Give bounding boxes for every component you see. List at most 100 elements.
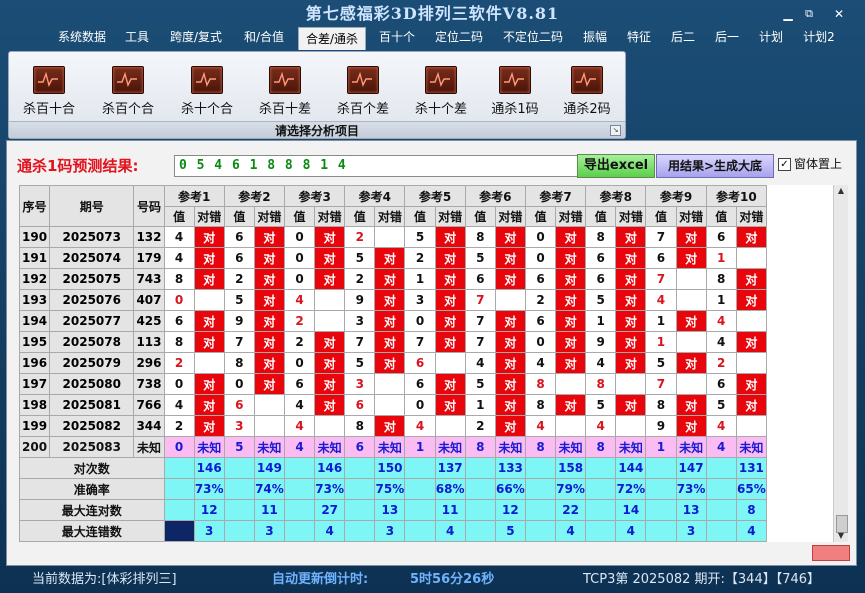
cell-result: 未知 <box>615 436 647 458</box>
data-grid[interactable]: 序号 期号 号码 参考1 参考2 参考3 参考4 参考5 参考6 参考7 参考8 参考9 参考10 值对错… <box>19 185 834 542</box>
cell-value: 0 <box>283 352 316 374</box>
stat-value: 13 <box>374 499 406 521</box>
cell-period: 2025076 <box>49 289 135 311</box>
cell-hit: 对 <box>434 289 466 311</box>
dialog-launcher-icon[interactable]: ↘ <box>610 125 621 136</box>
minimize-button[interactable]: ▁ <box>779 6 797 22</box>
cell-result: 未知 <box>735 436 768 458</box>
cell-value: 3 <box>344 373 376 395</box>
table-row[interactable]: 191 2025074 179 4 对 6 对 0 对 5 对 2 对 5 对 0 对 6 对 6 对 1 <box>19 247 768 269</box>
cell-seq: 196 <box>19 352 51 374</box>
cell-value: 4 <box>163 394 195 416</box>
ribbon-btn-kill-bs-diff[interactable]: 杀百十差 <box>252 64 318 117</box>
cell-miss <box>735 415 768 437</box>
stat-spacer <box>163 520 195 542</box>
restore-button[interactable]: ⧉ <box>800 6 818 22</box>
stat-spacer <box>645 478 677 500</box>
cell-hit: 对 <box>615 226 647 248</box>
menu-system-data[interactable]: 系统数据 <box>52 26 112 48</box>
table-row[interactable]: 199 2025082 344 2 对 3 4 8 对 4 2 对 4 4 9 对 4 <box>19 415 768 437</box>
cell-period: 2025077 <box>49 310 135 332</box>
chart-line-icon <box>425 66 457 94</box>
menu-nonposition-two[interactable]: 不定位二码 <box>496 26 570 48</box>
cell-hit: 对 <box>374 415 406 437</box>
prediction-result-field[interactable]: 0 5 4 6 1 8 8 8 1 4 <box>174 155 582 177</box>
header-seq: 序号 <box>19 185 51 227</box>
menu-last-one[interactable]: 后一 <box>708 26 746 48</box>
table-row[interactable]: 196 2025079 296 2 8 对 0 对 5 对 6 4 对 4 对 4 对 5 对 2 <box>19 352 768 374</box>
ribbon-btn-kill-one-code[interactable]: 通杀1码 <box>482 64 548 117</box>
table-row[interactable]: 194 2025077 425 6 对 9 对 2 3 对 0 对 7 对 6 对 1 对 1 对 4 <box>19 310 768 332</box>
stat-spacer <box>163 457 195 479</box>
stat-value: 73% <box>193 478 225 500</box>
cell-hit: 对 <box>555 331 587 353</box>
table-row[interactable]: 197 2025080 738 0 对 0 对 6 对 3 6 对 5 对 8 8 7 6 对 <box>19 373 768 395</box>
stat-spacer <box>404 478 436 500</box>
table-row[interactable]: 198 2025081 766 4 对 6 4 对 6 0 对 1 对 8 对 5 对 8 对 5 对 <box>19 394 768 416</box>
cell-number: 113 <box>133 331 165 353</box>
menu-last-two[interactable]: 后二 <box>664 26 702 48</box>
ribbon-btn-kill-bg-sum[interactable]: 杀百个合 <box>95 64 161 117</box>
stat-spacer <box>464 478 496 500</box>
stat-spacer <box>705 478 737 500</box>
menu-tools[interactable]: 工具 <box>118 26 156 48</box>
ribbon-btn-kill-sg-sum[interactable]: 杀十个合 <box>174 64 240 117</box>
cell-hit: 对 <box>374 331 406 353</box>
cell-value: 4 <box>705 310 737 332</box>
topmost-label: 窗体置上 <box>794 157 843 171</box>
menu-span-compound[interactable]: 跨度/复式 <box>162 26 230 48</box>
table-row[interactable]: 193 2025076 407 0 5 对 4 9 对 3 对 7 2 对 5 对 4 1 对 <box>19 289 768 311</box>
pending-row[interactable]: 200 2025083 未知 0 未知 5 未知 4 未知 6 未知 1 未知 8 未知 8 未知 8 未知 1 未知 4… <box>19 436 768 458</box>
cell-value: 0 <box>404 394 436 416</box>
stat-value: 3 <box>374 520 406 542</box>
topmost-checkbox[interactable]: ✓ <box>778 158 791 171</box>
menu-plan[interactable]: 计划 <box>752 26 790 48</box>
cell-hit: 对 <box>494 310 526 332</box>
stat-value: 12 <box>494 499 526 521</box>
stat-value: 150 <box>374 457 406 479</box>
ribbon-group-label: 请选择分析项目 <box>9 121 625 138</box>
cell-value: 8 <box>464 436 496 458</box>
cell-value: 1 <box>404 268 436 290</box>
table-row[interactable]: 192 2025075 743 8 对 2 对 0 对 2 对 1 对 6 对 6 对 6 对 7 8 对 <box>19 268 768 290</box>
cell-hit: 对 <box>253 331 286 353</box>
scroll-up-icon[interactable]: ▲ <box>834 185 848 197</box>
cell-number: 738 <box>133 373 165 395</box>
ribbon-btn-kill-sg-diff[interactable]: 杀十个差 <box>408 64 474 117</box>
stat-value: 79% <box>555 478 587 500</box>
table-row[interactable]: 195 2025078 113 8 对 7 对 2 对 7 对 7 对 7 对 0 对 9 对 1 4 对 <box>19 331 768 353</box>
menu-sum-value[interactable]: 和/合值 <box>236 26 292 48</box>
menu-position-two[interactable]: 定位二码 <box>428 26 490 48</box>
cell-value: 6 <box>283 373 316 395</box>
stat-value: 133 <box>494 457 526 479</box>
header-ref: 参考9 <box>645 185 707 207</box>
ribbon-btn-kill-bg-diff[interactable]: 杀百个差 <box>330 64 396 117</box>
menu-sumdiff-kill[interactable]: 合差/通杀 <box>298 27 366 50</box>
cell-value: 2 <box>524 289 557 311</box>
generate-base-button[interactable]: 用结果>生成大底 <box>656 154 774 178</box>
menu-hundreds-tens-units[interactable]: 百十个 <box>372 26 422 48</box>
table-row[interactable]: 190 2025073 132 4 对 6 对 0 对 2 5 对 8 对 0 对 8 对 7 对 6 对 <box>19 226 768 248</box>
scroll-down-icon[interactable]: ▼ <box>834 530 848 542</box>
subheader-value: 值 <box>163 206 195 227</box>
cell-hit: 对 <box>193 373 225 395</box>
header-ref: 参考5 <box>404 185 466 207</box>
cell-number: 344 <box>133 415 165 437</box>
subheader-result: 对错 <box>555 206 587 227</box>
vertical-scrollbar[interactable]: ▲ ▼ <box>833 185 848 542</box>
cell-value: 6 <box>223 226 255 248</box>
stat-value: 11 <box>434 499 466 521</box>
cell-value: 6 <box>344 394 376 416</box>
stat-spacer <box>585 520 617 542</box>
export-excel-button[interactable]: 导出excel <box>577 154 655 178</box>
menu-feature[interactable]: 特征 <box>620 26 658 48</box>
cell-value: 4 <box>705 331 737 353</box>
menu-amplitude[interactable]: 振幅 <box>576 26 614 48</box>
close-button[interactable]: ✕ <box>830 6 848 22</box>
ribbon-btn-kill-two-code[interactable]: 通杀2码 <box>554 64 620 117</box>
cell-miss <box>314 415 346 437</box>
menu-plan2[interactable]: 计划2 <box>796 26 842 48</box>
ribbon-btn-kill-bs-sum[interactable]: 杀百十合 <box>16 64 82 117</box>
cell-value: 4 <box>524 415 557 437</box>
cell-value: 2 <box>705 352 737 374</box>
